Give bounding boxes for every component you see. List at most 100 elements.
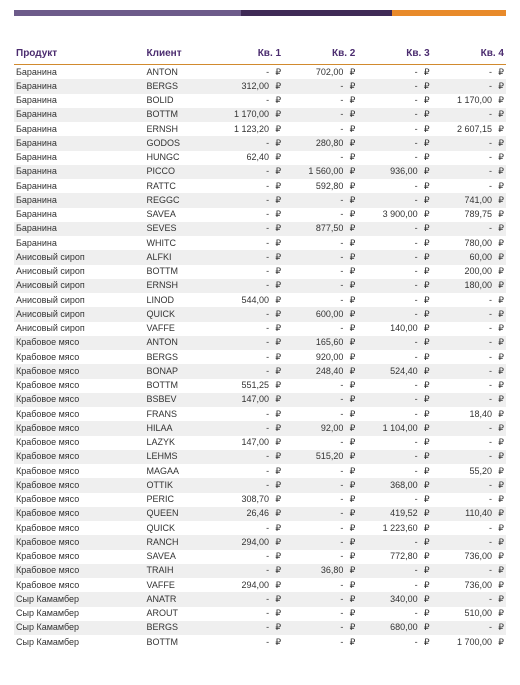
- table-row: БаранинаERNSH1 123,20₽-₽-₽2 607,15₽: [14, 122, 506, 136]
- quarter-cell: -₽: [209, 136, 283, 150]
- quarter-cell: -₽: [357, 236, 431, 250]
- client-cell: ANTON: [145, 336, 209, 350]
- product-cell: Крабовое мясо: [14, 507, 145, 521]
- table-row: Анисовый сиропQUICK-₽600,00₽-₽-₽: [14, 307, 506, 321]
- quarter-cell: -₽: [357, 436, 431, 450]
- quarter-cell: -₽: [209, 421, 283, 435]
- quarter-cell: -₽: [209, 607, 283, 621]
- table-row: БаранинаSAVEA-₽-₽3 900,00₽789,75₽: [14, 208, 506, 222]
- quarter-cell: -₽: [432, 179, 506, 193]
- client-cell: BONAP: [145, 364, 209, 378]
- table-row: Сыр КамамберBOTTM-₽-₽-₽1 700,00₽: [14, 635, 506, 649]
- quarter-cell: -₽: [432, 364, 506, 378]
- client-cell: OTTIK: [145, 478, 209, 492]
- quarter-cell: -₽: [357, 279, 431, 293]
- quarter-cell: -₽: [209, 450, 283, 464]
- quarter-cell: -₽: [357, 79, 431, 93]
- product-cell: Крабовое мясо: [14, 350, 145, 364]
- quarter-cell: -₽: [357, 265, 431, 279]
- table-row: Сыр КамамберAROUT-₽-₽-₽510,00₽: [14, 607, 506, 621]
- quarter-cell: -₽: [357, 108, 431, 122]
- product-cell: Крабовое мясо: [14, 521, 145, 535]
- quarter-cell: 1 700,00₽: [432, 635, 506, 649]
- header-q2: Кв. 2: [283, 44, 357, 65]
- quarter-cell: -₽: [209, 350, 283, 364]
- quarter-cell: -₽: [283, 635, 357, 649]
- quarter-cell: -₽: [432, 151, 506, 165]
- quarter-cell: -₽: [209, 94, 283, 108]
- quarter-cell: 308,70₽: [209, 493, 283, 507]
- client-cell: VAFFE: [145, 578, 209, 592]
- product-cell: Баранина: [14, 222, 145, 236]
- quarter-cell: -₽: [209, 478, 283, 492]
- table-row: Крабовое мясоBONAP-₽248,40₽524,40₽-₽: [14, 364, 506, 378]
- quarter-cell: -₽: [357, 535, 431, 549]
- client-cell: ERNSH: [145, 279, 209, 293]
- quarter-cell: 294,00₽: [209, 535, 283, 549]
- quarter-cell: -₽: [283, 521, 357, 535]
- quarter-cell: -₽: [357, 635, 431, 649]
- quarter-cell: -₽: [283, 265, 357, 279]
- quarter-cell: -₽: [357, 564, 431, 578]
- quarter-cell: 702,00₽: [283, 65, 357, 80]
- quarter-cell: -₽: [432, 108, 506, 122]
- quarter-cell: 147,00₽: [209, 436, 283, 450]
- client-cell: AROUT: [145, 607, 209, 621]
- table-row: Крабовое мясоQUEEN26,46₽-₽419,52₽110,40₽: [14, 507, 506, 521]
- quarter-cell: 294,00₽: [209, 578, 283, 592]
- quarter-cell: 510,00₽: [432, 607, 506, 621]
- quarter-cell: -₽: [283, 322, 357, 336]
- decorative-band: [14, 10, 506, 16]
- quarter-cell: 18,40₽: [432, 407, 506, 421]
- table-row: Крабовое мясоLAZYK147,00₽-₽-₽-₽: [14, 436, 506, 450]
- table-row: Анисовый сиропLINOD544,00₽-₽-₽-₽: [14, 293, 506, 307]
- product-cell: Баранина: [14, 65, 145, 80]
- product-cell: Сыр Камамбер: [14, 592, 145, 606]
- product-cell: Анисовый сироп: [14, 307, 145, 321]
- table-row: БаранинаPICCO-₽1 560,00₽936,00₽-₽: [14, 165, 506, 179]
- product-cell: Анисовый сироп: [14, 293, 145, 307]
- client-cell: HILAA: [145, 421, 209, 435]
- quarter-cell: -₽: [357, 193, 431, 207]
- quarter-cell: -₽: [357, 336, 431, 350]
- table-row: Крабовое мясоBERGS-₽920,00₽-₽-₽: [14, 350, 506, 364]
- product-cell: Баранина: [14, 79, 145, 93]
- quarter-cell: 1 170,00₽: [432, 94, 506, 108]
- table-row: Крабовое мясоBSBEV147,00₽-₽-₽-₽: [14, 393, 506, 407]
- quarter-cell: -₽: [283, 293, 357, 307]
- quarter-cell: 551,25₽: [209, 379, 283, 393]
- quarter-cell: -₽: [357, 65, 431, 80]
- client-cell: SEVES: [145, 222, 209, 236]
- quarter-cell: -₽: [209, 407, 283, 421]
- quarter-cell: -₽: [209, 322, 283, 336]
- quarter-cell: 60,00₽: [432, 250, 506, 264]
- client-cell: QUICK: [145, 307, 209, 321]
- client-cell: PICCO: [145, 165, 209, 179]
- product-cell: Крабовое мясо: [14, 464, 145, 478]
- table-row: БаранинаSEVES-₽877,50₽-₽-₽: [14, 222, 506, 236]
- quarter-cell: 544,00₽: [209, 293, 283, 307]
- product-cell: Крабовое мясо: [14, 450, 145, 464]
- client-cell: VAFFE: [145, 322, 209, 336]
- product-cell: Баранина: [14, 151, 145, 165]
- quarter-cell: -₽: [209, 464, 283, 478]
- quarter-cell: -₽: [283, 151, 357, 165]
- table-row: Крабовое мясоVAFFE294,00₽-₽-₽736,00₽: [14, 578, 506, 592]
- quarter-cell: -₽: [432, 79, 506, 93]
- quarter-cell: -₽: [357, 136, 431, 150]
- product-cell: Сыр Камамбер: [14, 621, 145, 635]
- product-cell: Баранина: [14, 236, 145, 250]
- client-cell: HUNGC: [145, 151, 209, 165]
- table-row: БаранинаBERGS312,00₽-₽-₽-₽: [14, 79, 506, 93]
- quarter-cell: -₽: [432, 379, 506, 393]
- quarter-cell: -₽: [209, 179, 283, 193]
- quarter-cell: -₽: [209, 521, 283, 535]
- quarter-cell: 55,20₽: [432, 464, 506, 478]
- quarter-cell: -₽: [209, 564, 283, 578]
- product-cell: Баранина: [14, 208, 145, 222]
- table-header-row: Продукт Клиент Кв. 1 Кв. 2 Кв. 3 Кв. 4: [14, 44, 506, 65]
- quarter-cell: -₽: [209, 592, 283, 606]
- quarter-cell: -₽: [209, 364, 283, 378]
- quarter-cell: -₽: [357, 464, 431, 478]
- quarter-cell: 147,00₽: [209, 393, 283, 407]
